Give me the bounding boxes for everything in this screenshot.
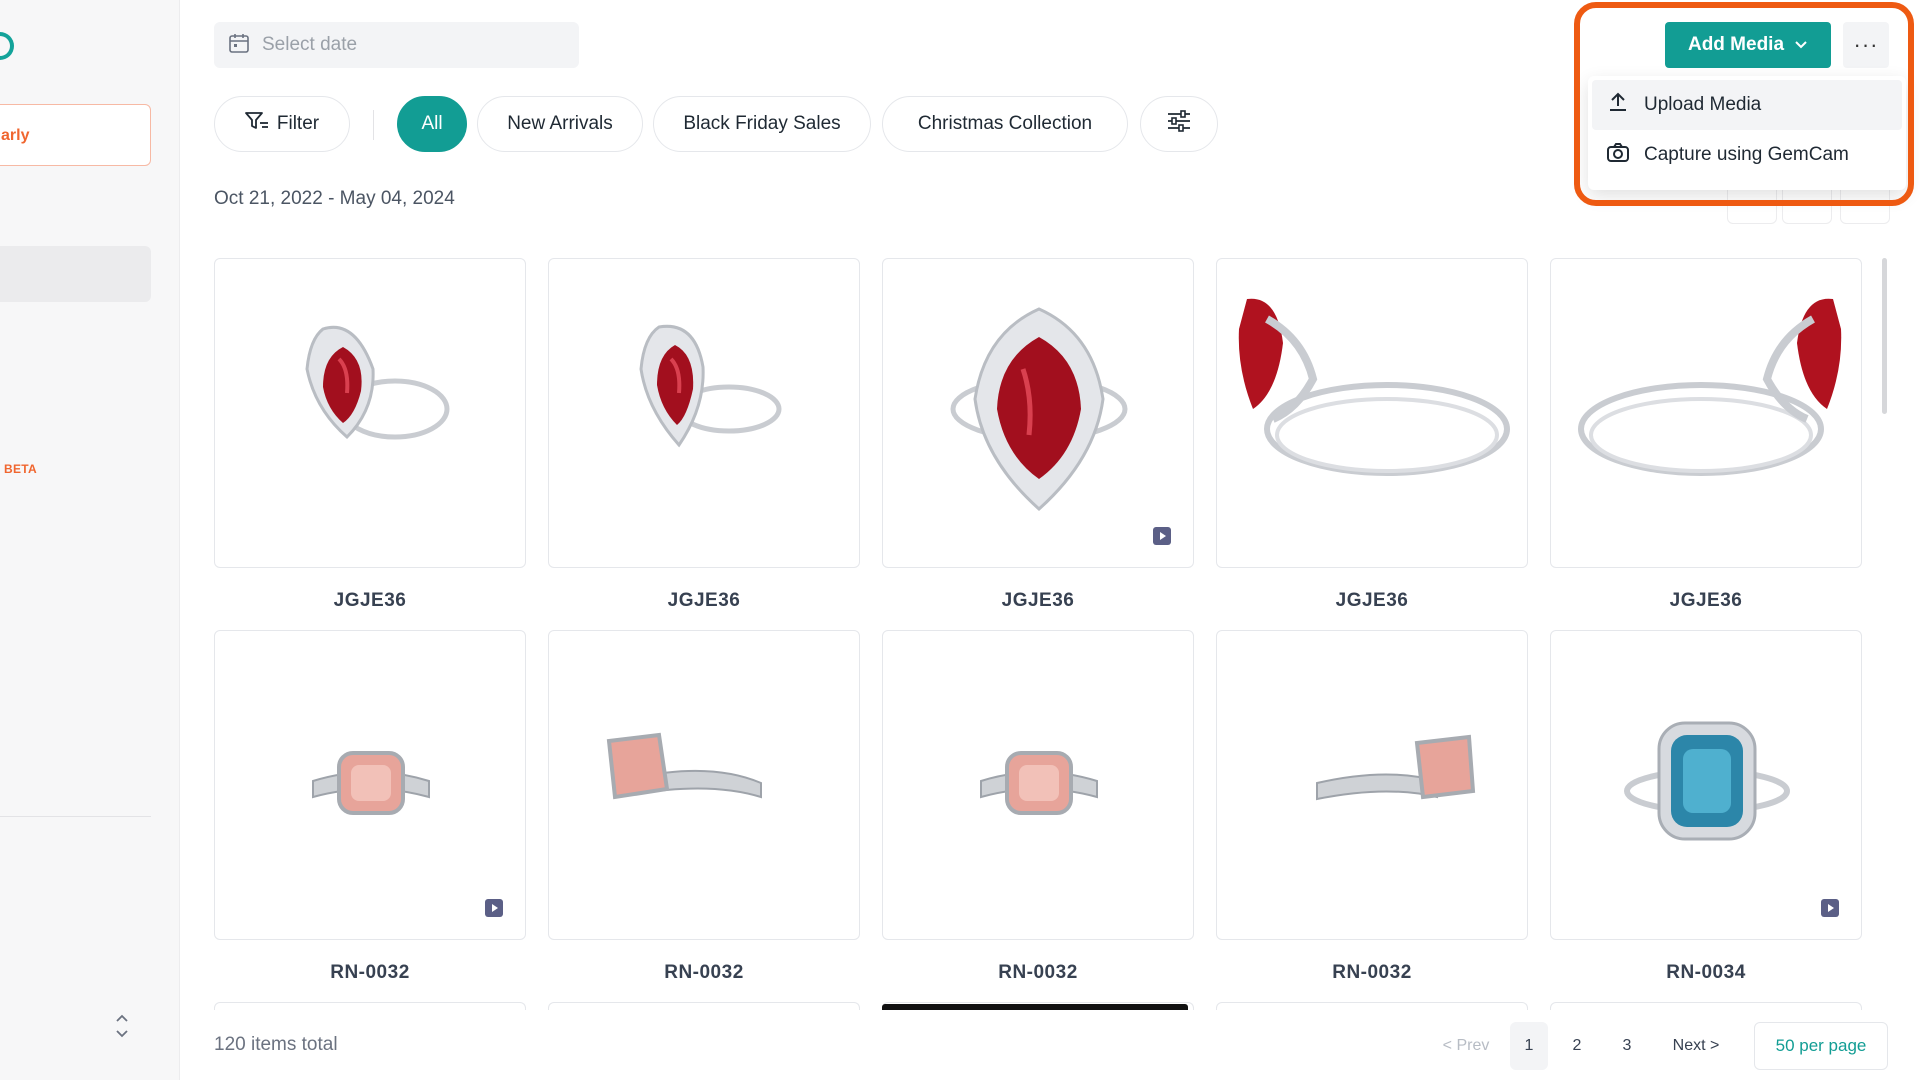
- logo-icon: [0, 32, 14, 60]
- media-thumbnail[interactable]: [214, 630, 526, 940]
- media-thumbnail[interactable]: [548, 258, 860, 568]
- media-thumbnail[interactable]: [1550, 258, 1862, 568]
- prev-page-button[interactable]: < Prev: [1434, 1022, 1498, 1070]
- media-sku: RN-0034: [1666, 962, 1746, 983]
- chevron-up-down-icon[interactable]: [112, 1012, 132, 1040]
- media-card[interactable]: JGJE36: [1216, 258, 1528, 612]
- sidebar-divider: [0, 816, 151, 817]
- add-media-label: Add Media: [1687, 34, 1785, 55]
- media-thumbnail[interactable]: [548, 630, 860, 940]
- media-card-partial[interactable]: [1550, 1002, 1862, 1010]
- early-access-label: arly: [1, 127, 30, 144]
- media-thumbnail[interactable]: [882, 258, 1194, 568]
- more-icon: ···: [1853, 32, 1879, 57]
- media-card-partial[interactable]: [1216, 1002, 1528, 1010]
- media-sku: RN-0032: [1332, 962, 1412, 983]
- media-card[interactable]: JGJE36: [548, 258, 860, 612]
- chevron-down-icon: [1794, 34, 1808, 56]
- upload-icon: [1606, 90, 1630, 120]
- date-range: Oct 21, 2022 - May 04, 2024: [214, 188, 455, 209]
- media-sku: RN-0032: [330, 962, 410, 983]
- per-page-select[interactable]: 50 per page: [1754, 1022, 1888, 1070]
- media-sku: JGJE36: [1669, 590, 1743, 611]
- page-2-button[interactable]: 2: [1558, 1022, 1596, 1070]
- chip-black-friday-sales[interactable]: Black Friday Sales: [653, 96, 871, 152]
- filter-button[interactable]: Filter: [214, 96, 350, 152]
- media-card[interactable]: JGJE36: [882, 258, 1194, 612]
- early-access-banner[interactable]: arly: [0, 104, 151, 166]
- ruby-ring-image: [1238, 298, 1510, 476]
- calendar-icon: [228, 32, 250, 59]
- media-thumbnail[interactable]: [1216, 258, 1528, 568]
- media-thumbnail[interactable]: [1550, 630, 1862, 940]
- media-thumbnail[interactable]: [882, 630, 1194, 940]
- chip-new-arrivals[interactable]: New Arrivals: [477, 96, 643, 152]
- media-sku: JGJE36: [333, 590, 407, 611]
- add-media-button[interactable]: Add Media: [1665, 22, 1831, 68]
- camera-icon: [1606, 140, 1630, 170]
- adjust-filters-button[interactable]: [1140, 96, 1218, 152]
- capture-gemcam-label: Capture using GemCam: [1644, 144, 1849, 165]
- media-sku: RN-0032: [998, 962, 1078, 983]
- media-card[interactable]: RN-0034: [1550, 630, 1862, 984]
- zoom-out-icon[interactable]: [1727, 184, 1777, 224]
- ruby-ring-image: [639, 324, 782, 448]
- more-options-button[interactable]: ···: [1843, 22, 1889, 68]
- media-card[interactable]: RN-0032: [882, 630, 1194, 984]
- media-grid: JGJE36 JGJE36 JGJE36 JGJE36 JGJE36 RN-00…: [214, 258, 1864, 1010]
- media-sku: JGJE36: [1001, 590, 1075, 611]
- next-page-button[interactable]: Next >: [1664, 1022, 1728, 1070]
- zoom-in-icon[interactable]: [1782, 184, 1832, 224]
- ruby-ring-image: [305, 326, 450, 440]
- filter-icon: [244, 111, 269, 137]
- sidebar: arly BETA: [0, 0, 180, 1080]
- media-sku: RN-0032: [664, 962, 744, 983]
- media-thumbnail[interactable]: [1216, 630, 1528, 940]
- video-icon: [1153, 527, 1171, 545]
- media-sku: JGJE36: [667, 590, 741, 611]
- pink-ring-image: [980, 751, 1098, 815]
- sidebar-item-active[interactable]: [0, 246, 151, 302]
- media-card[interactable]: RN-0032: [214, 630, 526, 984]
- media-card-partial[interactable]: [548, 1002, 860, 1010]
- blue-ring-image: [1624, 721, 1790, 841]
- media-card[interactable]: JGJE36: [214, 258, 526, 612]
- pink-ring-image: [606, 732, 762, 800]
- add-media-dropdown: Upload Media Capture using GemCam: [1588, 76, 1906, 190]
- capture-gemcam-option[interactable]: Capture using GemCam: [1592, 130, 1902, 180]
- view-toggle-icon[interactable]: [1840, 184, 1890, 224]
- chip-all[interactable]: All: [397, 96, 467, 152]
- date-picker[interactable]: Select date: [214, 22, 579, 68]
- upload-media-option[interactable]: Upload Media: [1592, 80, 1902, 130]
- page-3-button[interactable]: 3: [1608, 1022, 1646, 1070]
- chip-divider: [373, 110, 374, 140]
- media-sku: JGJE36: [1335, 590, 1409, 611]
- media-card-partial[interactable]: [214, 1002, 526, 1010]
- chip-christmas-collection[interactable]: Christmas Collection: [882, 96, 1128, 152]
- sliders-icon: [1166, 110, 1192, 138]
- page-1-button[interactable]: 1: [1510, 1022, 1548, 1070]
- items-total: 120 items total: [214, 1034, 338, 1055]
- media-card[interactable]: RN-0032: [1216, 630, 1528, 984]
- filter-label: Filter: [276, 113, 320, 134]
- beta-badge: BETA: [4, 462, 37, 476]
- ruby-ring-image: [1578, 298, 1842, 476]
- ruby-ring-image: [950, 307, 1128, 512]
- upload-media-label: Upload Media: [1644, 94, 1762, 115]
- media-thumbnail[interactable]: [214, 258, 526, 568]
- pink-ring-image: [1316, 734, 1476, 801]
- video-icon: [485, 899, 503, 917]
- scrollbar[interactable]: [1882, 258, 1887, 414]
- date-placeholder: Select date: [262, 34, 358, 55]
- footer: [180, 1010, 1920, 1080]
- video-icon: [1821, 899, 1839, 917]
- media-card[interactable]: JGJE36: [1550, 258, 1862, 612]
- media-card[interactable]: RN-0032: [548, 630, 860, 984]
- pink-ring-image: [312, 751, 430, 815]
